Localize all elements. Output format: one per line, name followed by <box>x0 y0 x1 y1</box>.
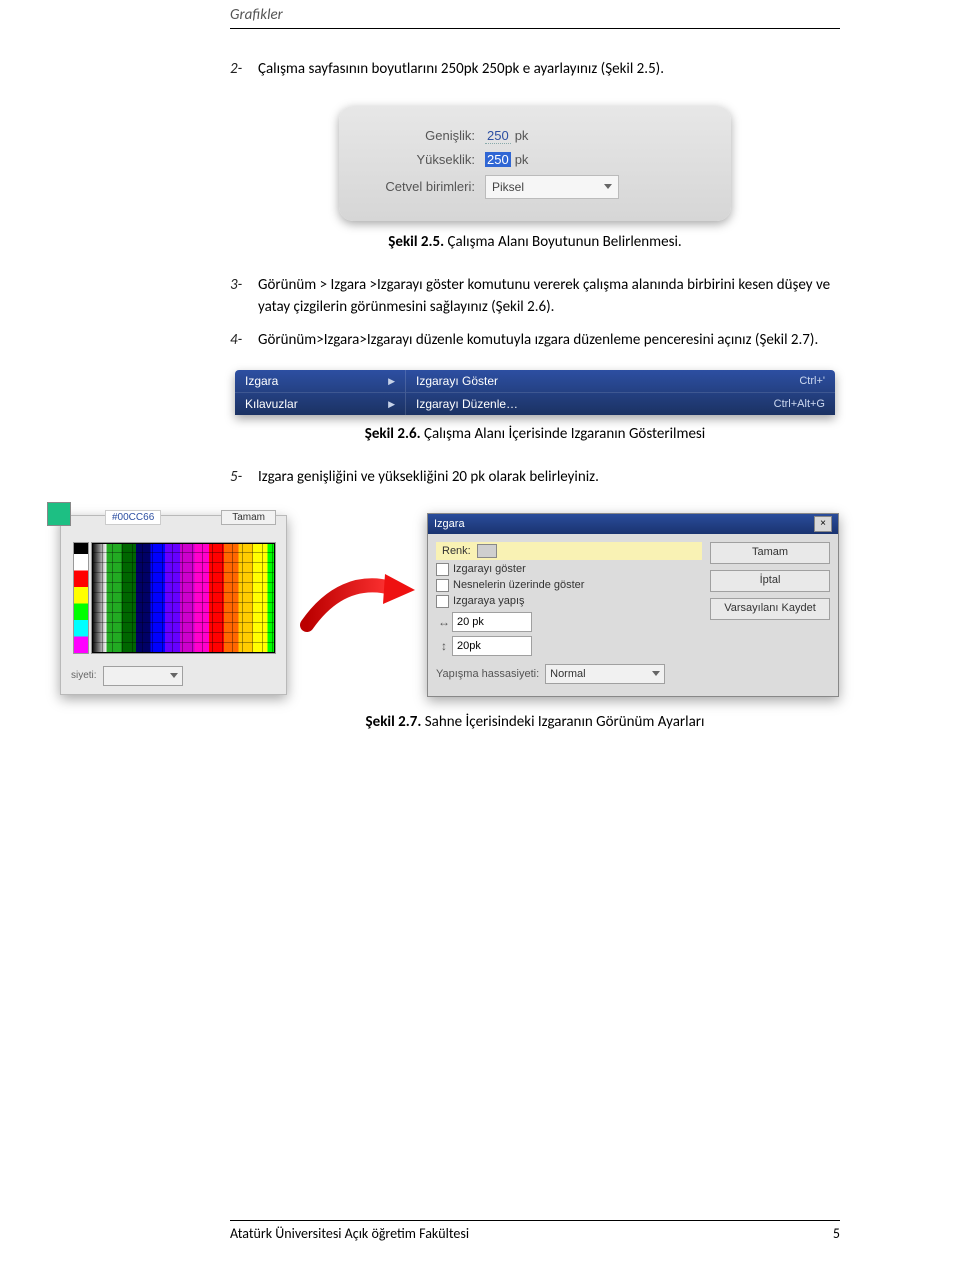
arrow-icon <box>297 570 417 640</box>
menu-item-izgarayi-goster[interactable]: Izgarayı Göster Ctrl+' <box>406 370 835 392</box>
list-item: 5- Izgara genişliğini ve yüksekliğini 20… <box>230 467 840 489</box>
item-text: Izgara genişliğini ve yüksekliğini 20 pk… <box>258 467 840 489</box>
height-field[interactable]: 250 <box>485 152 511 167</box>
checkbox-label: Nesnelerin üzerinde göster <box>453 579 584 591</box>
palette-ok-button[interactable]: Tamam <box>221 510 276 525</box>
checkbox-over-objects[interactable] <box>436 579 449 592</box>
checkbox-snap-grid[interactable] <box>436 595 449 608</box>
snap-label: Yapışma hassasiyeti: <box>436 668 539 680</box>
caption-text: Çalışma Alanı İçerisinde Izgaranın Göste… <box>421 425 706 443</box>
page-number: 5 <box>833 1225 840 1242</box>
palette-bottom-label: siyeti: <box>71 670 97 681</box>
caption-text: Sahne İçerisindeki Izgaranın Görünüm Aya… <box>421 713 704 731</box>
chevron-down-icon <box>604 184 612 189</box>
ruler-units-select[interactable]: Piksel <box>485 175 619 199</box>
page-footer: Atatürk Üniversitesi Açık öğretim Fakült… <box>230 1220 840 1242</box>
menu-label: Kılavuzlar <box>245 397 298 411</box>
palette-bottom-select[interactable] <box>103 666 183 686</box>
list-item: 2- Çalışma sayfasının boyutlarını 250pk … <box>230 59 840 81</box>
width-label: Genişlik: <box>355 128 485 143</box>
width-unit: pk <box>515 128 529 143</box>
menu-item-izgara[interactable]: Izgara ▶ <box>235 370 405 392</box>
list-item: 4- Görünüm>Izgara>Izgarayı düzenle komut… <box>230 330 840 352</box>
grid-width-input[interactable] <box>452 612 532 632</box>
size-panel: Genişlik: 250 pk Yükseklik: 250 pk Cetve… <box>339 106 731 221</box>
caption-number: Şekil 2.5. <box>388 233 444 251</box>
palette-grid[interactable] <box>91 542 276 654</box>
chevron-right-icon: ▶ <box>388 376 395 387</box>
item-text: Çalışma sayfasının boyutlarını 250pk 250… <box>258 59 840 81</box>
footer-rule <box>230 1220 840 1221</box>
menu-screenshot: Izgara ▶ Kılavuzlar ▶ Izgarayı Göster Ct… <box>235 370 835 415</box>
height-label: Yükseklik: <box>355 152 485 167</box>
color-row: Renk: <box>436 542 702 560</box>
ruler-units-value: Piksel <box>492 180 524 194</box>
dialog-titlebar: Izgara × <box>428 514 838 534</box>
checkbox-label: Izgarayı göster <box>453 563 526 575</box>
menu-item-izgarayi-duzenle[interactable]: Izgarayı Düzenle… Ctrl+Alt+G <box>406 392 835 415</box>
chevron-right-icon: ▶ <box>388 399 395 410</box>
menu-shortcut: Ctrl+Alt+G <box>774 398 825 410</box>
current-color-swatch[interactable] <box>47 502 71 526</box>
caption-2-5: Şekil 2.5. Çalışma Alanı Boyutunun Belir… <box>230 233 840 251</box>
item-number: 3- <box>230 275 258 319</box>
list-item: 3- Görünüm > Izgara >Izgarayı göster kom… <box>230 275 840 319</box>
chevron-down-icon <box>652 671 660 676</box>
caption-number: Şekil 2.7. <box>366 713 422 731</box>
item-number: 5- <box>230 467 258 489</box>
width-field[interactable]: 250 <box>485 128 511 144</box>
cancel-button[interactable]: İptal <box>710 570 830 592</box>
save-default-button[interactable]: Varsayılanı Kaydet <box>710 598 830 620</box>
item-text: Görünüm > Izgara >Izgarayı göster komutu… <box>258 275 840 319</box>
snap-select[interactable]: Normal <box>545 664 665 684</box>
vertical-arrow-icon: ↕ <box>436 639 452 653</box>
item-number: 2- <box>230 59 258 81</box>
page-header: Grafikler <box>230 0 840 24</box>
header-rule <box>230 28 840 29</box>
footer-left: Atatürk Üniversitesi Açık öğretim Fakült… <box>230 1225 469 1242</box>
close-button[interactable]: × <box>814 516 832 532</box>
horizontal-arrow-icon: ↔ <box>436 615 452 629</box>
ok-button[interactable]: Tamam <box>710 542 830 564</box>
menu-item-kilavuzlar[interactable]: Kılavuzlar ▶ <box>235 392 405 415</box>
menu-label: Izgarayı Düzenle… <box>416 397 518 411</box>
caption-2-6: Şekil 2.6. Çalışma Alanı İçerisinde Izga… <box>230 425 840 443</box>
color-swatch[interactable] <box>477 544 497 558</box>
snap-value: Normal <box>550 668 585 680</box>
figure-2-7: #00CC66 Tamam siyeti: <box>60 513 840 697</box>
checkbox-label: Izgaraya yapış <box>453 595 525 607</box>
caption-number: Şekil 2.6. <box>365 425 421 443</box>
hex-field[interactable]: #00CC66 <box>105 510 161 525</box>
caption-text: Çalışma Alanı Boyutunun Belirlenmesi. <box>444 233 682 251</box>
grid-dialog: Izgara × Renk: Izgarayı göster Nesneler <box>427 513 839 697</box>
checkbox-show-grid[interactable] <box>436 563 449 576</box>
palette-base-colors[interactable] <box>73 542 89 654</box>
item-number: 4- <box>230 330 258 352</box>
color-label: Renk: <box>442 545 471 557</box>
menu-label: Izgara <box>245 374 278 388</box>
grid-height-input[interactable] <box>452 636 532 656</box>
height-unit: pk <box>515 152 529 167</box>
ruler-units-label: Cetvel birimleri: <box>355 179 485 194</box>
dialog-title-text: Izgara <box>434 518 465 530</box>
item-text: Görünüm>Izgara>Izgarayı düzenle komutuyl… <box>258 330 840 352</box>
menu-shortcut: Ctrl+' <box>799 375 825 387</box>
color-palette[interactable]: #00CC66 Tamam siyeti: <box>60 515 287 695</box>
chevron-down-icon <box>170 673 178 678</box>
menu-label: Izgarayı Göster <box>416 374 498 388</box>
caption-2-7: Şekil 2.7. Sahne İçerisindeki Izgaranın … <box>230 713 840 731</box>
